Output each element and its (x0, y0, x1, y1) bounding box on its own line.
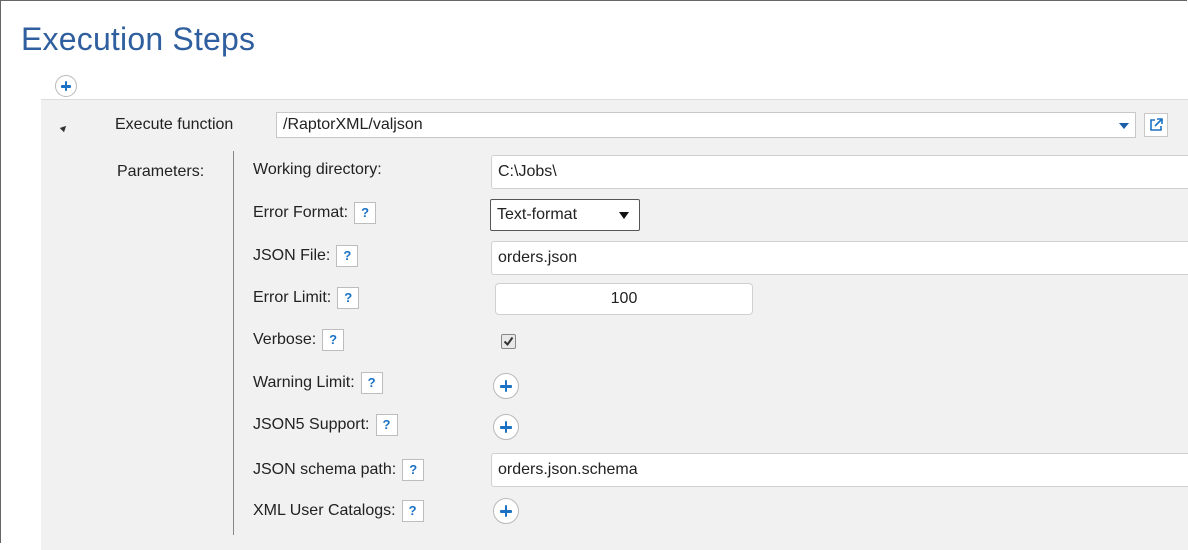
add-json5-support-button[interactable] (493, 414, 519, 440)
execute-function-value: /RaptorXML/valjson (283, 116, 423, 133)
json-schema-path-input[interactable]: orders.json.schema (491, 453, 1188, 487)
working-directory-input[interactable]: C:\Jobs\ (491, 155, 1188, 189)
execute-function-select[interactable]: /RaptorXML/valjson (276, 112, 1136, 138)
json5-support-label: JSON5 Support: ? (253, 414, 398, 436)
verbose-checkbox[interactable] (501, 334, 516, 349)
json-file-help-button[interactable]: ? (336, 245, 359, 267)
working-directory-label: Working directory: (253, 161, 382, 178)
parameters-label: Parameters: (117, 163, 205, 180)
error-format-help-button[interactable]: ? (354, 202, 377, 224)
json-schema-path-label: JSON schema path: ? (253, 459, 425, 481)
dropdown-arrow-icon (1119, 123, 1129, 129)
open-function-button[interactable] (1144, 113, 1168, 137)
verbose-help-button[interactable]: ? (322, 329, 345, 351)
warning-limit-label: Warning Limit: ? (253, 372, 383, 394)
error-format-value: Text-format (497, 206, 578, 223)
verbose-label: Verbose: ? (253, 329, 345, 351)
checkmark-icon (503, 336, 514, 347)
json-schema-path-help-button[interactable]: ? (402, 459, 425, 481)
add-step-button[interactable] (55, 75, 77, 97)
add-warning-limit-button[interactable] (493, 373, 519, 399)
json-file-label: JSON File: ? (253, 245, 359, 267)
error-limit-input[interactable]: 100 (495, 283, 753, 315)
error-format-select[interactable]: Text-format (490, 199, 640, 231)
select-caret-icon (619, 212, 629, 219)
error-format-label: Error Format: ? (253, 202, 377, 224)
xml-user-catalogs-label: XML User Catalogs: ? (253, 500, 424, 522)
json-file-input[interactable]: orders.json (491, 241, 1188, 275)
warning-limit-help-button[interactable]: ? (360, 372, 383, 394)
add-xml-user-catalogs-button[interactable] (493, 498, 519, 524)
error-limit-help-button[interactable]: ? (337, 287, 360, 309)
error-limit-label: Error Limit: ? (253, 287, 360, 309)
external-link-icon (1150, 118, 1163, 131)
parameters-divider (233, 151, 234, 535)
json5-support-help-button[interactable]: ? (375, 414, 398, 436)
execution-steps-frame: Execution Steps Execute function /Raptor… (0, 0, 1188, 550)
xml-user-catalogs-help-button[interactable]: ? (401, 500, 424, 522)
page-title: Execution Steps (21, 21, 256, 57)
execute-function-label: Execute function (115, 116, 234, 133)
